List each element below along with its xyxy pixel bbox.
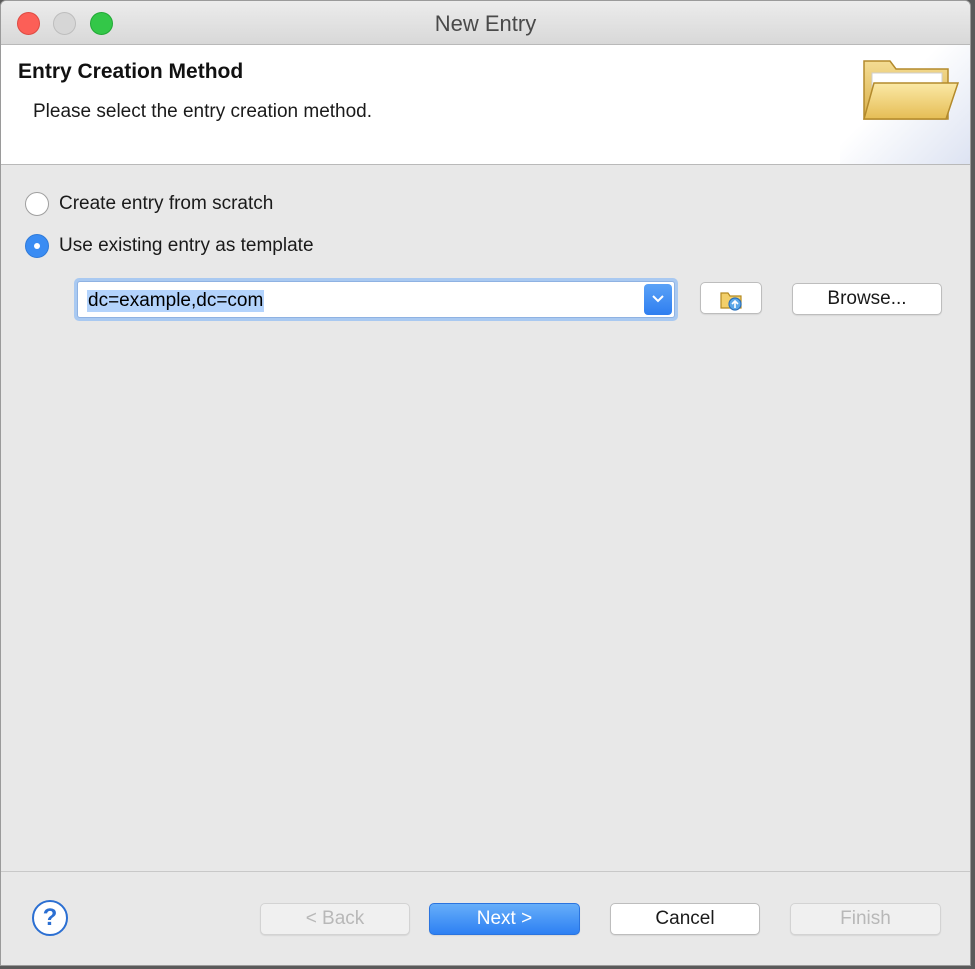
finish-button[interactable]: Finish [790, 903, 941, 935]
title-bar[interactable]: New Entry [1, 1, 970, 45]
folder-history-icon [720, 292, 742, 311]
next-button[interactable]: Next > [429, 903, 580, 935]
entry-history-button[interactable] [700, 282, 762, 314]
option-create-from-scratch[interactable]: Create entry from scratch [25, 191, 273, 217]
folder-open-icon [863, 60, 960, 120]
radio-use-template[interactable] [25, 234, 49, 258]
radio-create-from-scratch[interactable] [25, 192, 49, 216]
option-label: Create entry from scratch [59, 193, 274, 214]
page-title: Entry Creation Method [18, 60, 244, 83]
back-button[interactable]: < Back [260, 903, 410, 935]
help-icon[interactable]: ? [32, 900, 68, 936]
wizard-banner: Entry Creation Method Please select the … [1, 45, 970, 165]
page-description: Please select the entry creation method. [33, 101, 373, 122]
option-label: Use existing entry as template [59, 235, 314, 256]
window-title: New Entry [434, 11, 537, 36]
template-entry-combobox[interactable]: dc=example,dc=com [74, 278, 678, 321]
cancel-button[interactable]: Cancel [610, 903, 760, 935]
new-entry-dialog: New Entry Entry Creation Method Please s… [0, 0, 971, 966]
option-use-template[interactable]: Use existing entry as template [25, 233, 314, 259]
template-entry-value[interactable]: dc=example,dc=com [87, 290, 265, 312]
footer-divider [1, 871, 970, 872]
browse-button[interactable]: Browse... [792, 283, 942, 315]
combo-dropdown-button[interactable] [644, 284, 672, 315]
template-entry-input[interactable]: dc=example,dc=com [77, 281, 675, 318]
chevron-down-icon [652, 295, 664, 303]
